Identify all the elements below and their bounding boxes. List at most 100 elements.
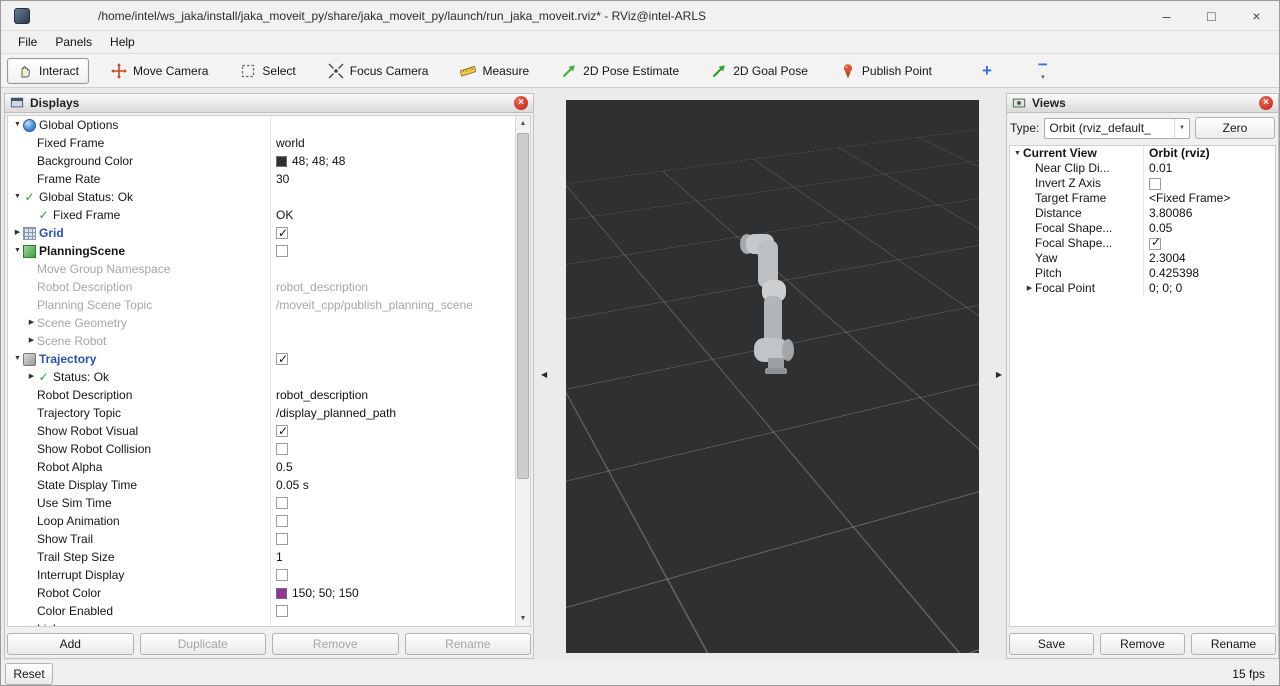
tool-select[interactable]: Select xyxy=(230,58,305,84)
tree-row[interactable]: Robot Descriptionrobot_description xyxy=(8,278,515,296)
color-swatch[interactable] xyxy=(276,156,287,167)
add-display-button[interactable]: Add xyxy=(7,633,134,655)
expand-arrow-icon[interactable]: ▶ xyxy=(26,368,37,386)
toolbar-overflow-icon[interactable]: ▾ xyxy=(1041,71,1045,84)
property-value[interactable]: <Fixed Frame> xyxy=(1149,191,1230,206)
splitter-collapse-left-icon[interactable]: ◀ xyxy=(541,370,547,379)
scrollbar-thumb[interactable] xyxy=(517,133,529,479)
property-value[interactable]: /moveit_cpp/publish_planning_scene xyxy=(276,296,473,314)
menu-file[interactable]: File xyxy=(9,33,46,51)
views-panel-header[interactable]: Views × xyxy=(1007,94,1278,113)
tree-row[interactable]: ▶Scene Robot xyxy=(8,332,515,350)
tree-row[interactable]: ✓Fixed FrameOK xyxy=(8,206,515,224)
tree-row[interactable]: Distance3.80086 xyxy=(1010,206,1275,221)
property-value[interactable]: world xyxy=(276,134,305,152)
tree-row[interactable]: ▶✓Status: Ok xyxy=(8,368,515,386)
property-value[interactable]: /display_planned_path xyxy=(276,404,396,422)
tree-row[interactable]: Trail Step Size1 xyxy=(8,548,515,566)
view-type-combobox[interactable]: Orbit (rviz_default_ ▼ xyxy=(1044,118,1190,139)
tree-row[interactable]: State Display Time0.05 s xyxy=(8,476,515,494)
tree-row[interactable]: Color Enabled xyxy=(8,602,515,620)
collapse-arrow-icon[interactable]: ▼ xyxy=(12,350,23,368)
tree-row[interactable]: Target Frame<Fixed Frame> xyxy=(1010,191,1275,206)
property-value[interactable]: OK xyxy=(276,206,293,224)
tree-row[interactable]: Background Color48; 48; 48 xyxy=(8,152,515,170)
tree-row[interactable]: Robot Descriptionrobot_description xyxy=(8,386,515,404)
tree-row[interactable]: Fixed Frameworld xyxy=(8,134,515,152)
tree-row[interactable]: Yaw2.3004 xyxy=(1010,251,1275,266)
menu-panels[interactable]: Panels xyxy=(46,33,101,51)
tree-row[interactable]: Show Trail xyxy=(8,530,515,548)
checkbox-unchecked[interactable] xyxy=(276,569,288,581)
property-value[interactable]: 1 xyxy=(276,548,283,566)
tree-row[interactable]: Near Clip Di...0.01 xyxy=(1010,161,1275,176)
tree-row[interactable]: ▼Global Options xyxy=(8,116,515,134)
tool-publish-point[interactable]: Publish Point xyxy=(830,58,942,84)
tree-row[interactable]: Planning Scene Topic/moveit_cpp/publish_… xyxy=(8,296,515,314)
checkbox-unchecked[interactable] xyxy=(276,605,288,617)
expand-arrow-icon[interactable]: ▶ xyxy=(26,620,37,626)
tree-row[interactable]: ▶Scene Geometry xyxy=(8,314,515,332)
tree-row[interactable]: ▶Links xyxy=(8,620,515,626)
tree-row[interactable]: Focal Shape... xyxy=(1010,236,1275,251)
tree-row[interactable]: Focal Shape...0.05 xyxy=(1010,221,1275,236)
tool-interact[interactable]: Interact xyxy=(7,58,89,84)
property-value[interactable]: 3.80086 xyxy=(1149,206,1192,221)
menu-help[interactable]: Help xyxy=(101,33,144,51)
tree-row[interactable]: Move Group Namespace xyxy=(8,260,515,278)
property-value[interactable]: 0.01 xyxy=(1149,161,1172,176)
expand-arrow-icon[interactable]: ▶ xyxy=(26,332,37,350)
checkbox-unchecked[interactable] xyxy=(276,245,288,257)
property-value[interactable]: 2.3004 xyxy=(1149,251,1186,266)
tree-row[interactable]: Pitch0.425398 xyxy=(1010,266,1275,281)
splitter-collapse-right-icon[interactable]: ▶ xyxy=(996,370,1002,379)
close-panel-icon[interactable]: × xyxy=(514,96,528,110)
tree-row[interactable]: ▶Grid xyxy=(8,224,515,242)
expand-arrow-icon[interactable]: ▶ xyxy=(12,224,23,242)
tree-row[interactable]: Trajectory Topic/display_planned_path xyxy=(8,404,515,422)
expand-arrow-icon[interactable]: ▶ xyxy=(1024,281,1035,296)
property-value[interactable]: 0.05 xyxy=(1149,221,1172,236)
property-value[interactable]: robot_description xyxy=(276,278,368,296)
checkbox-unchecked[interactable] xyxy=(276,533,288,545)
tool-measure[interactable]: Measure xyxy=(450,58,539,84)
3d-viewport[interactable] xyxy=(566,100,979,653)
scroll-up-icon[interactable]: ▲ xyxy=(516,116,530,131)
displays-scrollbar[interactable]: ▲ ▼ xyxy=(515,116,530,626)
collapse-arrow-icon[interactable]: ▼ xyxy=(12,242,23,260)
color-swatch[interactable] xyxy=(276,588,287,599)
chevron-down-icon[interactable]: ▼ xyxy=(1174,119,1189,138)
reset-button[interactable]: Reset xyxy=(5,663,53,685)
scrollbar-track[interactable] xyxy=(516,131,530,611)
property-value[interactable]: 0.5 xyxy=(276,458,293,476)
tool-focus-camera[interactable]: Focus Camera xyxy=(318,58,439,84)
checkbox-unchecked[interactable] xyxy=(276,515,288,527)
tree-row[interactable]: Interrupt Display xyxy=(8,566,515,584)
minimize-icon[interactable]: – xyxy=(1144,1,1189,30)
tool-2d-goal-pose[interactable]: 2D Goal Pose xyxy=(701,58,818,84)
collapse-arrow-icon[interactable]: ▼ xyxy=(12,188,23,206)
displays-panel-header[interactable]: Displays × xyxy=(5,94,533,113)
tree-row[interactable]: Show Robot Collision xyxy=(8,440,515,458)
tree-row[interactable]: ▼PlanningScene xyxy=(8,242,515,260)
duplicate-display-button[interactable]: Duplicate xyxy=(140,633,267,655)
checkbox-unchecked[interactable] xyxy=(276,497,288,509)
save-view-button[interactable]: Save xyxy=(1009,633,1094,655)
rename-display-button[interactable]: Rename xyxy=(405,633,532,655)
tool-move-camera[interactable]: Move Camera xyxy=(101,58,218,84)
checkbox-checked[interactable] xyxy=(276,227,288,239)
checkbox-checked[interactable] xyxy=(276,353,288,365)
zero-button[interactable]: Zero xyxy=(1195,117,1275,139)
scroll-down-icon[interactable]: ▼ xyxy=(516,611,530,626)
rename-view-button[interactable]: Rename xyxy=(1191,633,1276,655)
checkbox-checked[interactable] xyxy=(1149,238,1161,250)
tree-row[interactable]: Invert Z Axis xyxy=(1010,176,1275,191)
property-value[interactable]: robot_description xyxy=(276,386,368,404)
property-value[interactable]: 0.05 s xyxy=(276,476,309,494)
property-value[interactable]: Orbit (rviz) xyxy=(1149,146,1210,161)
checkbox-unchecked[interactable] xyxy=(276,443,288,455)
tree-row[interactable]: ▼✓Global Status: Ok xyxy=(8,188,515,206)
tree-row[interactable]: ▼Trajectory xyxy=(8,350,515,368)
add-tool-button[interactable]: + xyxy=(972,61,1002,81)
close-panel-icon[interactable]: × xyxy=(1259,96,1273,110)
